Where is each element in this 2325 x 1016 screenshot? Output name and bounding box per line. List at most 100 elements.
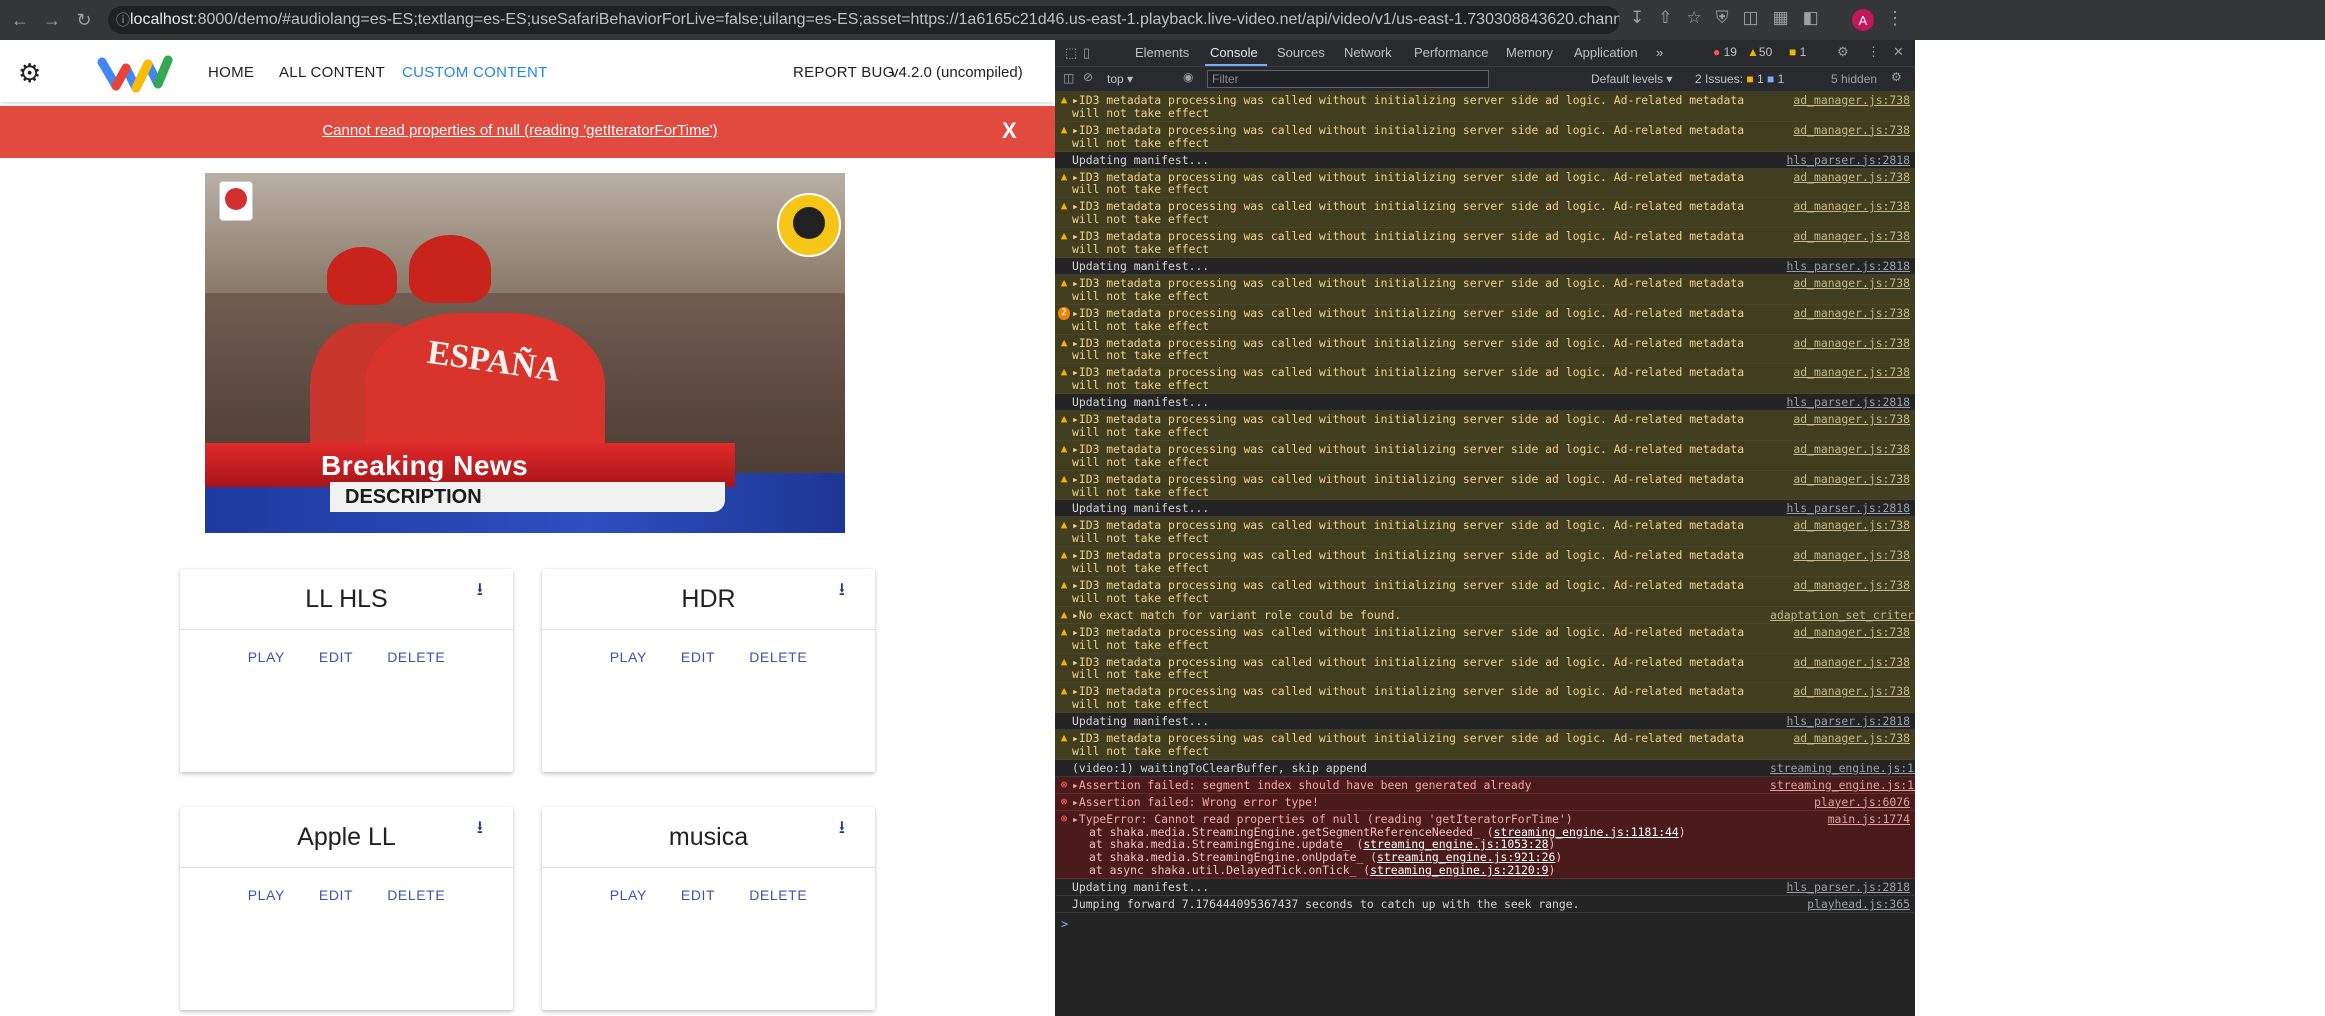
back-icon[interactable]: ← (8, 8, 32, 32)
console-source-link[interactable]: hls_parser.js:2818 (1770, 881, 1910, 894)
console-source-link[interactable]: streaming_engine.js:1139 (1770, 778, 1915, 792)
close-error-button[interactable]: X (1002, 118, 1017, 144)
console-info-row[interactable]: (video:1) waitingToClearBuffer, skip app… (1055, 759, 1915, 777)
console-error-row[interactable]: ⊗ ▸Assertion failed: Wrong error type! pla… (1055, 793, 1915, 811)
console-warning-row[interactable]: ▲ ▸ID3 metadata processing was called wit… (1055, 364, 1915, 395)
console-warning-row[interactable]: ▲ ▸ID3 metadata processing was called wit… (1055, 92, 1915, 122)
console-warning-row[interactable]: ▲ ▸ID3 metadata processing was called wit… (1055, 547, 1915, 577)
browser-menu-icon[interactable]: ⋮ (1886, 8, 1904, 29)
play-button[interactable]: PLAY (248, 649, 285, 665)
console-source-link[interactable]: ad_manager.js:738 (1770, 306, 1910, 320)
console-info-row[interactable]: Jumping forward 7.176444095367437 second… (1055, 896, 1915, 913)
delete-button[interactable]: DELETE (387, 649, 445, 665)
console-info-row[interactable]: Updating manifest... hls_parser.js:2818 (1055, 394, 1915, 412)
console-settings-icon[interactable]: ⚙ (1891, 70, 1902, 84)
console-messages[interactable]: ▲ ▸ID3 metadata processing was called wit… (1055, 92, 1915, 1016)
console-source-link[interactable]: ad_manager.js:738 (1770, 625, 1910, 639)
console-info-row[interactable]: Updating manifest... hls_parser.js:2818 (1055, 500, 1915, 518)
profile-avatar[interactable]: A (1852, 9, 1874, 31)
console-source-link[interactable]: ad_manager.js:738 (1770, 413, 1910, 426)
console-source-link[interactable]: ad_manager.js:738 (1770, 549, 1910, 562)
stack-frame-link[interactable]: streaming_engine.js:1053:28 (1363, 837, 1548, 851)
console-warning-row[interactable]: ▲ ▸ID3 metadata processing was called wit… (1055, 228, 1915, 258)
share-icon[interactable]: ⇧ (1658, 8, 1672, 28)
console-warning-row[interactable]: ▲ ▸ID3 metadata processing was called wit… (1055, 411, 1915, 441)
site-info-icon[interactable]: ⓘ (116, 10, 130, 30)
download-icon[interactable]: ⭳ (477, 577, 483, 607)
extension-icon[interactable]: ◫ (1743, 8, 1759, 28)
clear-console-icon[interactable]: ⊘ (1083, 70, 1093, 84)
console-source-link[interactable]: ad_manager.js:738 (1770, 276, 1910, 290)
devtools-settings-icon[interactable]: ⚙ (1837, 44, 1849, 60)
stack-frame-link[interactable]: streaming_engine.js:2120:9 (1370, 863, 1548, 877)
console-warning-row[interactable]: ▲ ▸ID3 metadata processing was called wit… (1055, 168, 1915, 199)
console-source-link[interactable]: ad_manager.js:738 (1770, 230, 1910, 243)
nav-all-content[interactable]: ALL CONTENT (279, 64, 385, 81)
delete-button[interactable]: DELETE (749, 887, 807, 903)
more-tabs-icon[interactable]: » (1656, 45, 1663, 60)
console-source-link[interactable]: ad_manager.js:738 (1770, 94, 1910, 107)
console-source-link[interactable]: ad_manager.js:738 (1770, 472, 1910, 486)
devtools-menu-icon[interactable]: ⋮ (1867, 44, 1880, 60)
bookmark-star-icon[interactable]: ☆ (1687, 8, 1702, 28)
console-source-link[interactable]: ad_manager.js:738 (1770, 366, 1910, 379)
tab-sources[interactable]: Sources (1277, 45, 1325, 60)
sidebar-icon[interactable]: ◧ (1803, 8, 1819, 28)
console-warning-row[interactable]: ▲ ▸ID3 metadata processing was called wit… (1055, 730, 1915, 760)
error-message-link[interactable]: Cannot read properties of null (reading … (0, 122, 1040, 139)
play-button[interactable]: PLAY (610, 887, 647, 903)
console-source-link[interactable]: ad_manager.js:738 (1770, 685, 1910, 698)
edit-button[interactable]: EDIT (681, 887, 715, 903)
edit-button[interactable]: EDIT (319, 887, 353, 903)
address-bar[interactable]: ⓘ localhost:8000/demo/#audiolang=es-ES;t… (108, 6, 1620, 34)
edit-button[interactable]: EDIT (319, 649, 353, 665)
warning-count-badge[interactable]: ▲50 (1747, 45, 1772, 59)
download-icon[interactable]: ⭳ (839, 815, 845, 845)
sidebar-toggle-icon[interactable]: ◫ (1063, 71, 1074, 85)
issues-button[interactable]: 2 Issues: ■ 1 ■ 1 (1695, 72, 1784, 86)
console-warning-row[interactable]: ▲ ▸No exact match for variant role could … (1055, 606, 1915, 624)
console-source-link[interactable]: ad_manager.js:738 (1770, 655, 1910, 669)
device-toggle-icon[interactable]: ▯ (1083, 45, 1090, 61)
console-source-link[interactable]: adaptation_set_criteria.js:127 (1770, 608, 1915, 622)
console-warning-row[interactable]: ▲ ▸ID3 metadata processing was called wit… (1055, 653, 1915, 684)
tab-memory[interactable]: Memory (1506, 45, 1553, 60)
nav-custom-content[interactable]: CUSTOM CONTENT (402, 64, 548, 81)
play-button[interactable]: PLAY (610, 649, 647, 665)
report-bug-link[interactable]: REPORT BUG (793, 64, 895, 81)
console-source-link[interactable]: hls_parser.js:2818 (1770, 396, 1910, 409)
console-source-link[interactable]: ad_manager.js:738 (1770, 732, 1910, 745)
puzzle-icon[interactable]: ▦ (1773, 8, 1789, 28)
console-warning-row[interactable]: ▲ ▸ID3 metadata processing was called wit… (1055, 274, 1915, 305)
devtools-close-icon[interactable]: ✕ (1893, 44, 1904, 60)
log-levels-dropdown[interactable]: Default levels ▾ (1591, 72, 1672, 86)
console-source-link[interactable]: ad_manager.js:738 (1770, 579, 1910, 592)
tab-application[interactable]: Application (1574, 45, 1638, 60)
console-warning-row[interactable]: ▲ ▸ID3 metadata processing was called wit… (1055, 470, 1915, 501)
console-source-link[interactable]: hls_parser.js:2818 (1770, 715, 1910, 728)
console-warning-row[interactable]: ▲ ▸ID3 metadata processing was called wit… (1055, 198, 1915, 229)
live-expression-eye-icon[interactable]: ◉ (1183, 70, 1193, 84)
console-info-row[interactable]: Updating manifest... hls_parser.js:2818 (1055, 257, 1915, 275)
console-warning-row[interactable]: ▲ ▸ID3 metadata processing was called wit… (1055, 517, 1915, 548)
console-source-link[interactable]: hls_parser.js:2818 (1770, 260, 1910, 273)
settings-gear-icon[interactable]: ⚙ (18, 58, 41, 89)
edit-button[interactable]: EDIT (681, 649, 715, 665)
console-source-link[interactable]: player.js:6076 (1770, 795, 1910, 809)
console-source-link[interactable]: ad_manager.js:738 (1770, 170, 1910, 184)
download-icon[interactable]: ⭳ (477, 815, 483, 845)
console-source-link[interactable]: hls_parser.js:2818 (1770, 502, 1910, 515)
console-source-link[interactable]: hls_parser.js:2818 (1770, 153, 1910, 167)
stack-frame-link[interactable]: streaming_engine.js:921:26 (1377, 850, 1555, 864)
console-source-link[interactable]: main.js:1774 (1770, 812, 1910, 826)
tab-elements[interactable]: Elements (1135, 45, 1189, 60)
console-warning-row[interactable]: 2 ▸ID3 metadata processing was called wit… (1055, 304, 1915, 335)
console-source-link[interactable]: ad_manager.js:738 (1770, 123, 1910, 137)
console-source-link[interactable]: ad_manager.js:738 (1770, 442, 1910, 456)
reload-icon[interactable]: ↻ (72, 8, 96, 32)
console-warning-row[interactable]: ▲ ▸ID3 metadata processing was called wit… (1055, 577, 1915, 607)
console-error-row[interactable]: ⊗ ▸TypeError: Cannot read properties of n… (1055, 810, 1915, 880)
nav-home[interactable]: HOME (208, 64, 254, 81)
delete-button[interactable]: DELETE (749, 649, 807, 665)
download-icon[interactable]: ⭳ (839, 577, 845, 607)
